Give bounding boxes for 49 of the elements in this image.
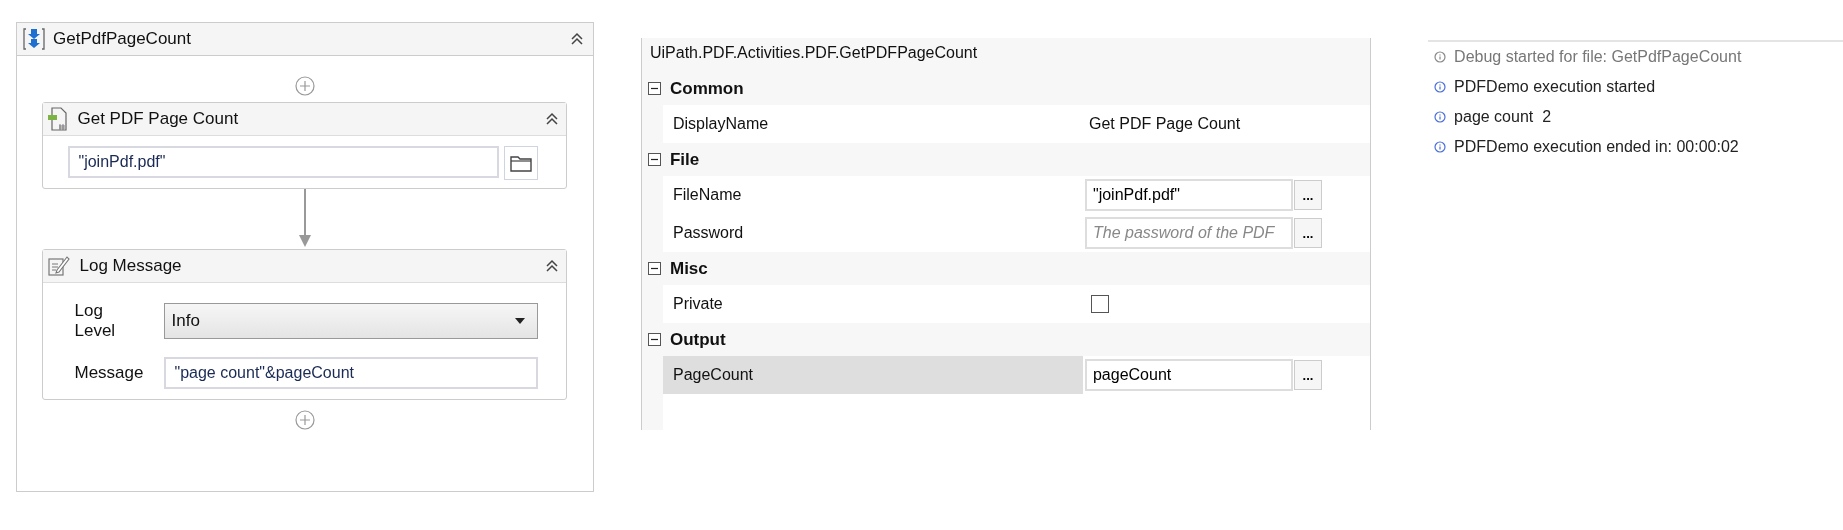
add-activity-icon[interactable] xyxy=(295,410,315,430)
log-entry: page count 2 xyxy=(1454,108,1552,126)
field-label: Message xyxy=(74,363,144,383)
property-name[interactable]: Private xyxy=(662,285,1083,323)
property-name[interactable]: DisplayName xyxy=(662,105,1083,143)
info-icon xyxy=(1434,51,1447,63)
category-label: Output xyxy=(669,329,726,350)
property-field[interactable]: pageCount xyxy=(1084,359,1293,391)
add-activity-icon[interactable] xyxy=(295,76,315,96)
properties-title: UiPath.PDF.Activities.PDF.GetPDFPageCount xyxy=(648,43,979,63)
info-icon xyxy=(1434,141,1447,153)
flow-arrow xyxy=(299,189,311,249)
property-name[interactable]: FileName xyxy=(662,176,1083,214)
dropdown-caret-icon xyxy=(515,318,526,324)
property-field[interactable]: "joinPdf.pdf" xyxy=(1084,179,1293,211)
activity-title: Log Message xyxy=(79,256,183,276)
ellipsis-button[interactable]: ... xyxy=(1293,360,1322,390)
info-icon xyxy=(1434,81,1447,93)
activity-card[interactable]: Get PDF Page Count "joinPdf.pdf" xyxy=(42,102,568,189)
file-path-field[interactable]: "joinPdf.pdf" xyxy=(68,146,500,178)
note-pencil-icon xyxy=(47,254,72,278)
message-field[interactable]: "page count"&pageCount xyxy=(164,357,539,389)
property-name[interactable]: Password xyxy=(662,214,1083,252)
document-icon xyxy=(47,106,70,132)
log-entry: PDFDemo execution started xyxy=(1454,78,1656,96)
collapse-toggle-icon[interactable] xyxy=(647,152,662,167)
category-label: Misc xyxy=(669,258,708,279)
checkbox[interactable] xyxy=(1090,295,1109,313)
activity-card[interactable]: Log Message Log Level Info Message "page count"&pageCount xyxy=(42,249,568,400)
collapse-toggle-icon[interactable] xyxy=(647,81,662,96)
log-level-dropdown[interactable]: Info xyxy=(164,303,539,339)
property-value: Get PDF Page Count xyxy=(1087,115,1241,133)
ellipsis-button[interactable]: ... xyxy=(1293,218,1322,248)
info-icon xyxy=(1434,111,1447,123)
property-field[interactable]: The password of the PDF xyxy=(1084,217,1293,249)
collapse-toggle-icon[interactable] xyxy=(647,261,662,276)
browse-button[interactable] xyxy=(504,146,539,180)
log-entry: PDFDemo execution ended in: 00:00:02 xyxy=(1454,138,1739,156)
folder-icon xyxy=(510,154,533,172)
ellipsis-button[interactable]: ... xyxy=(1293,180,1322,210)
activity-title: Get PDF Page Count xyxy=(77,109,240,129)
sequence-icon xyxy=(23,27,45,51)
category-label: Common xyxy=(669,78,744,99)
sequence-title: GetPdfPageCount xyxy=(53,29,192,49)
field-label: Log Level xyxy=(74,301,116,341)
collapse-toggle-icon[interactable] xyxy=(647,332,662,347)
property-name[interactable]: PageCount xyxy=(662,356,1083,394)
category-label: File xyxy=(669,149,700,170)
log-entry: Debug started for file: GetPdfPageCount xyxy=(1454,48,1742,66)
